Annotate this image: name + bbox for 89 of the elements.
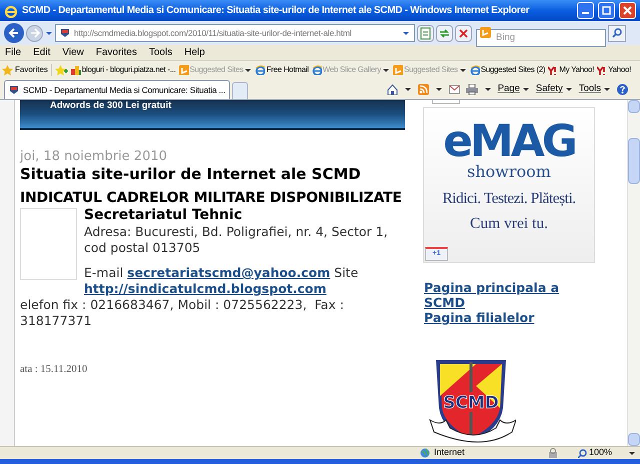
address-text: Adresa: Bucuresti, Bd. Poligrafiei, nr. 4, Sector 1, cod postal 013705	[84, 224, 389, 256]
forward-arrow-icon	[30, 28, 40, 38]
caret-icon[interactable]	[628, 450, 636, 456]
maximize-icon	[602, 6, 611, 15]
email-link[interactable]: secretariatscmd@yahoo.com	[127, 265, 330, 280]
image-frame	[20, 208, 77, 280]
favorite-link[interactable]: bloguri - bloguri.piatza.net -...	[70, 64, 176, 76]
ad-text: showroom	[467, 162, 551, 182]
bing-icon	[178, 65, 189, 75]
site-link[interactable]: http://sindicatulcmd.blogspot.com	[84, 281, 326, 296]
caret-icon	[458, 66, 467, 74]
back-button[interactable]	[4, 23, 24, 43]
menu-item[interactable]: Favorites	[96, 45, 137, 60]
sidebar-link[interactable]: Pagina filialelor	[424, 310, 583, 325]
phone-text: elefon fix : 0216683467, Mobil : 0725562223, Fax : 318177371	[20, 297, 345, 329]
caret-icon	[522, 86, 530, 93]
menu-item[interactable]: Tools	[148, 45, 172, 60]
favorite-link[interactable]: Free Hotmail	[255, 64, 309, 76]
browser-tab[interactable]: SCMD - Departamentul Media si Comunicare: Situatia ...	[4, 80, 230, 99]
menu-item[interactable]: File	[5, 45, 22, 60]
search-button[interactable]	[608, 24, 626, 42]
zoom-button[interactable]: 100%	[578, 446, 612, 460]
scrollbar[interactable]	[627, 100, 640, 446]
zoom-icon	[578, 448, 587, 458]
dropdown-caret-icon[interactable]	[45, 30, 53, 36]
maximize-button[interactable]	[598, 2, 615, 19]
menu-item[interactable]: View	[62, 45, 84, 60]
caret-icon[interactable]	[404, 86, 412, 93]
browser-icon	[4, 4, 18, 18]
close-icon	[623, 6, 632, 15]
add-favorite-icon[interactable]	[54, 64, 68, 76]
stop-button[interactable]	[455, 24, 472, 42]
site-icon	[60, 28, 70, 38]
browser-icon	[312, 65, 322, 75]
search-field[interactable]: Bing	[476, 28, 606, 46]
caret-icon	[564, 86, 573, 93]
sidebar-link[interactable]: Pagina principala a SCMD	[424, 280, 583, 310]
back-arrow-icon	[8, 27, 20, 39]
globe-icon	[420, 448, 430, 458]
favorites-button[interactable]: Favorites	[2, 64, 52, 76]
caret-icon	[382, 66, 390, 74]
site-icon	[9, 85, 19, 95]
favorite-link[interactable]: My Yahoo!	[548, 64, 594, 76]
command-menu[interactable]: Safety	[536, 82, 573, 97]
mail-icon[interactable]	[448, 85, 460, 94]
contact-text: E-mail secretariatscmd@yahoo.com Site http://sindicatulcmd.blogspot.com	[84, 265, 360, 297]
yahoo-icon	[548, 65, 558, 75]
favorite-link[interactable]: Suggested Sites (2)	[470, 64, 546, 76]
ad-text: Ridici. Testezi. Plătești.	[442, 190, 576, 208]
browser-icon	[470, 65, 480, 75]
org-name: Secretariatul Tehnic	[84, 207, 244, 224]
browser-icon	[255, 65, 266, 75]
caret-icon[interactable]	[484, 86, 492, 93]
favorite-link[interactable]: Yahoo!	[597, 64, 632, 76]
command-menu[interactable]: Page	[498, 82, 530, 97]
star-icon	[2, 64, 13, 76]
search-icon	[612, 28, 622, 38]
caret-icon	[244, 66, 252, 74]
home-icon[interactable]	[386, 84, 398, 95]
help-icon[interactable]	[617, 84, 628, 95]
window-title: SCMD - Departamentul Media si Comunicare: Situatia site-urilor de Internet ale SCMD - Windows Internet Explorer	[22, 4, 530, 18]
minimize-button[interactable]	[577, 2, 594, 19]
zone-status: Internet	[420, 446, 540, 460]
printer-icon[interactable]	[466, 84, 478, 95]
menu-item[interactable]: Edit	[33, 45, 50, 60]
refresh-button[interactable]	[436, 24, 453, 42]
menu-item[interactable]: Help	[184, 45, 205, 60]
post-heading: INDICATUL CADRELOR MILITARE DISPONIBILIZATE	[20, 190, 403, 207]
security-icon[interactable]	[548, 448, 558, 458]
command-menu[interactable]: Tools	[578, 82, 611, 97]
page-icon	[418, 26, 433, 40]
banner-text: Adwords de 300 Lei gratuit	[50, 100, 172, 113]
rss-icon[interactable]	[418, 84, 429, 95]
post-title: Situatia site-urilor de Internet ale SCMD	[20, 165, 362, 183]
ad-text: Cum vrei tu.	[470, 215, 548, 233]
post-date: joi, 18 noiembrie 2010	[20, 149, 168, 165]
close-button[interactable]	[619, 2, 636, 19]
post-footer: ata : 15.11.2010	[20, 362, 410, 378]
bar-chart-icon	[70, 65, 81, 75]
bing-icon	[392, 65, 403, 75]
address-field[interactable]: http://scmdmedia.blogspot.com/2010/11/situatia-site-urilor-de-internet-ale.html	[55, 24, 415, 42]
compatibility-button[interactable]	[417, 24, 434, 42]
yahoo-icon	[597, 65, 608, 75]
ad-logo: eMAG	[443, 122, 575, 162]
url-text: http://scmdmedia.blogspot.com/2010/11/situatia-site-urilor-de-internet-ale.html	[74, 26, 352, 40]
forward-button[interactable]	[26, 24, 43, 42]
dropdown-caret-icon[interactable]	[402, 30, 410, 36]
caret-icon	[603, 86, 611, 93]
caret-icon[interactable]	[434, 86, 443, 93]
